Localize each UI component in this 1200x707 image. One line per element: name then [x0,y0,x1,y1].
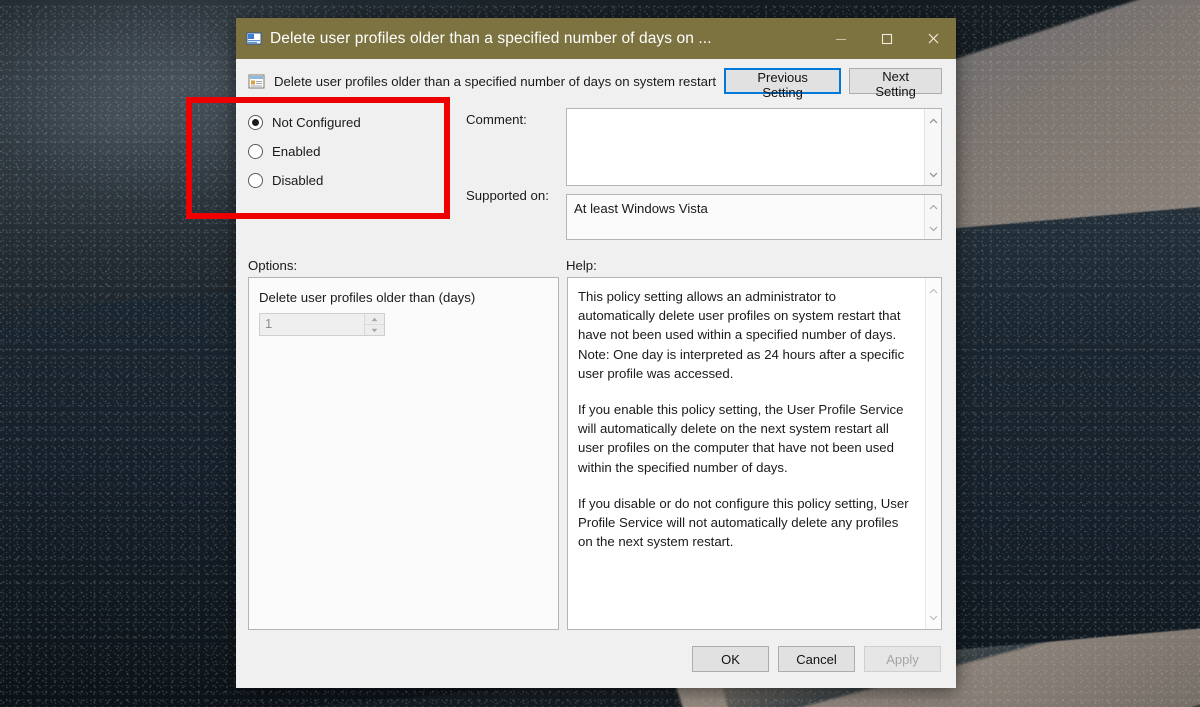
supported-on-scrollbar[interactable] [924,195,941,239]
days-spinner[interactable]: 1 [259,313,385,336]
help-scrollbar[interactable] [925,278,941,629]
next-setting-button[interactable]: Next Setting [849,68,942,99]
options-section-label: Options: [248,258,298,273]
state-fields: At least Windows Vista [566,100,942,240]
radio-enabled[interactable] [248,144,263,159]
chevron-down-icon[interactable] [929,220,938,236]
radio-not-configured[interactable] [248,115,263,130]
help-text-body: This policy setting allows an administra… [568,278,925,629]
chevron-up-icon[interactable] [929,281,938,299]
supported-on-label: Supported on: [466,188,549,203]
help-paragraph: If you disable or do not configure this … [578,495,909,550]
chevron-down-icon[interactable] [929,608,938,626]
help-pane: This policy setting allows an administra… [567,277,942,630]
options-help-panes: Delete user profiles older than (days) 1 [236,277,956,630]
radio-disabled[interactable] [248,173,263,188]
setting-title: Delete user profiles older than a specif… [274,73,717,89]
comment-value[interactable] [567,109,924,185]
minimize-button[interactable] [818,18,864,59]
options-pane: Delete user profiles older than (days) 1 [248,277,559,630]
help-section-label: Help: [566,258,597,273]
close-button[interactable] [910,18,956,59]
days-spinner-buttons [364,314,384,335]
previous-setting-button[interactable]: Previous Setting [724,68,842,100]
policy-setting-dialog: Delete user profiles older than a specif… [236,18,956,688]
radio-row-enabled[interactable]: Enabled [248,137,466,166]
radio-row-not-configured[interactable]: Not Configured [248,108,466,137]
dialog-titlebar[interactable]: Delete user profiles older than a specif… [236,18,956,59]
state-comment-block: Not Configured Enabled Disabled Comment:… [236,100,956,240]
comment-field[interactable] [566,108,942,186]
comment-label: Comment: [466,112,527,127]
radio-label-enabled: Enabled [272,144,321,159]
chevron-up-icon[interactable] [929,112,938,128]
help-paragraph: If you enable this policy setting, the U… [578,402,904,475]
desktop-background: Delete user profiles older than a specif… [0,0,1200,707]
spinner-field-label: Delete user profiles older than (days) [259,290,476,305]
policy-setting-icon [246,31,262,47]
help-paragraph: This policy setting allows an administra… [578,289,905,381]
dialog-footer: OK Cancel Apply [236,630,956,688]
spinner-up-icon[interactable] [365,314,384,325]
dialog-title: Delete user profiles older than a specif… [270,29,712,47]
apply-button: Apply [864,646,941,672]
section-labels-row: Options: Help: [236,240,956,277]
maximize-button[interactable] [864,18,910,59]
days-spinner-value[interactable]: 1 [260,314,364,335]
radio-label-not-configured: Not Configured [272,115,361,130]
window-controls [818,18,956,59]
chevron-up-icon[interactable] [929,198,938,214]
radio-row-disabled[interactable]: Disabled [248,166,466,195]
supported-on-field: At least Windows Vista [566,194,942,240]
spinner-down-icon[interactable] [365,325,384,335]
chevron-down-icon[interactable] [929,166,938,182]
policy-state-radio-group: Not Configured Enabled Disabled [248,100,466,240]
cancel-button[interactable]: Cancel [778,646,855,672]
setting-header-row: Delete user profiles older than a specif… [236,59,956,100]
policy-setting-icon [248,73,265,90]
comment-scrollbar[interactable] [924,109,941,185]
supported-on-value: At least Windows Vista [574,201,708,216]
radio-label-disabled: Disabled [272,173,324,188]
state-field-labels: Comment: Supported on: [466,100,566,240]
ok-button[interactable]: OK [692,646,769,672]
